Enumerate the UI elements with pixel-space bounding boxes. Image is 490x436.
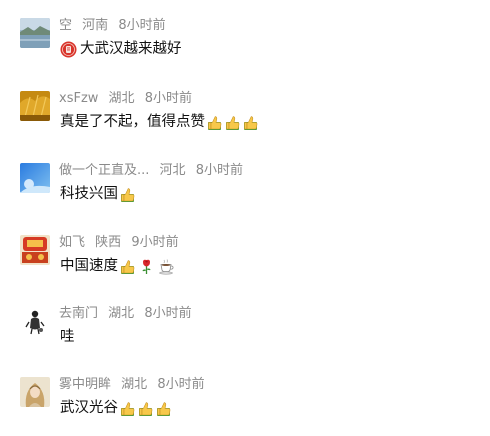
comment-text: 武汉光谷 [60,400,118,416]
comment-text: 大武汉越来越好 [80,41,182,57]
timestamp: 8小时前 [195,163,243,178]
comment-item: 雾中明眸 湖北 8小时前 武汉光谷 [20,377,480,417]
comment-text-row: 大武汉越来越好 [60,39,182,59]
thumbs-up-icon [119,258,136,275]
comment-list: 空 河南 8小时前 大武汉越来越好 xsFzw 湖北 8小时前 真是了不起，值得… [0,0,490,436]
comment-text-row: 武汉光谷 [60,398,172,418]
timestamp: 8小时前 [157,377,205,392]
golden-field-avatar-icon[interactable] [20,91,50,121]
location: 陕西 [95,235,122,250]
comment-meta: 雾中明眸 湖北 8小时前 [59,376,205,394]
rose-icon [138,258,155,275]
comment-meta: 空 河南 8小时前 [59,17,166,35]
comment-text-row: 哇 [60,327,75,347]
location: 湖北 [121,377,148,392]
comment-item: xsFzw 湖北 8小时前 真是了不起，值得点赞 [20,91,480,131]
comment-text: 中国速度 [60,258,118,274]
username[interactable]: xsFzw [59,91,98,106]
red-badge-icon [60,41,77,58]
comment-text-row: 中国速度 [60,256,175,276]
thumbs-up-icon [242,114,259,131]
lake-landscape-avatar-icon[interactable] [20,18,50,48]
username[interactable]: 如飞 [59,235,85,250]
comment-item: 去南门 湖北 8小时前 哇 [20,306,480,346]
location: 河北 [159,163,186,178]
timestamp: 8小时前 [144,91,192,106]
blue-sky-avatar-icon[interactable] [20,163,50,193]
thumbs-up-icon [119,186,136,203]
timestamp: 8小时前 [144,306,192,321]
comment-item: 做一个正直及... 河北 8小时前 科技兴国 [20,163,480,203]
username[interactable]: 雾中明眸 [59,377,111,392]
portrait-avatar-icon[interactable] [20,377,50,407]
comment-text-row: 科技兴国 [60,184,136,204]
location: 河南 [82,18,109,33]
location: 湖北 [108,306,135,321]
thumbs-up-icon [119,400,136,417]
comment-item: 如飞 陕西 9小时前 中国速度 [20,235,480,275]
comment-meta: 如飞 陕西 9小时前 [59,234,179,252]
comment-text-row: 真是了不起，值得点赞 [60,112,259,132]
username[interactable]: 空 [59,18,72,33]
coffee-icon [158,258,175,275]
username[interactable]: 去南门 [59,306,98,321]
thumbs-up-icon [224,114,241,131]
timestamp: 8小时前 [118,18,166,33]
location: 湖北 [108,91,135,106]
comment-item: 空 河南 8小时前 大武汉越来越好 [20,18,480,58]
festive-red-avatar-icon[interactable] [20,235,50,265]
thumbs-up-icon [206,114,223,131]
comment-text: 哇 [60,329,75,345]
timestamp: 9小时前 [131,235,179,250]
username[interactable]: 做一个正直及... [59,163,149,178]
comment-text: 科技兴国 [60,186,118,202]
comment-meta: 去南门 湖北 8小时前 [59,305,192,323]
thumbs-up-icon [155,400,172,417]
comment-meta: xsFzw 湖北 8小时前 [59,90,192,108]
comment-text: 真是了不起，值得点赞 [60,114,205,130]
comment-meta: 做一个正直及... 河北 8小时前 [59,162,243,180]
ink-figure-avatar-icon[interactable] [20,306,50,336]
thumbs-up-icon [137,400,154,417]
